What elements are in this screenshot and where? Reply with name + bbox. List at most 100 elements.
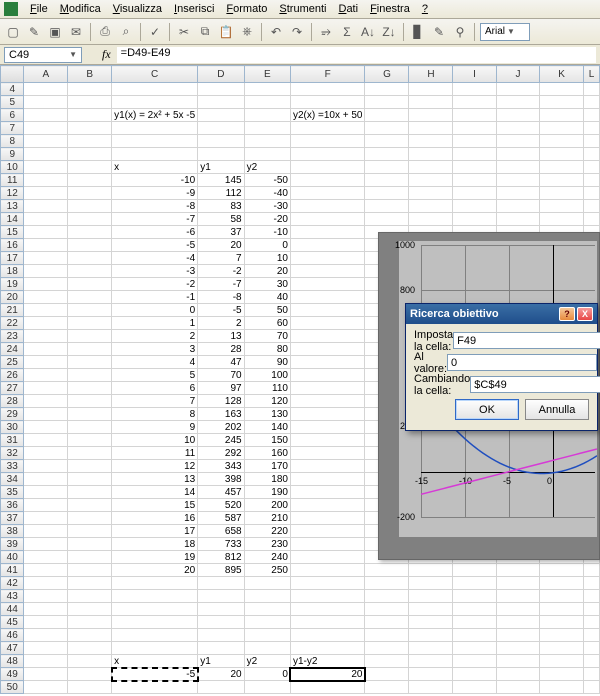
- cell-I9[interactable]: [453, 148, 496, 161]
- cell-G46[interactable]: [365, 629, 409, 642]
- cell-A7[interactable]: [24, 122, 68, 135]
- cell-E6[interactable]: [244, 109, 290, 122]
- cell-A46[interactable]: [24, 629, 68, 642]
- cell-A9[interactable]: [24, 148, 68, 161]
- cell-F11[interactable]: [290, 174, 364, 187]
- undo-icon[interactable]: ↶: [267, 23, 285, 41]
- cell-D39[interactable]: 733: [198, 538, 244, 551]
- row-header-4[interactable]: 4: [1, 83, 24, 96]
- cell-C34[interactable]: 13: [112, 473, 198, 486]
- menu-modifica[interactable]: Modifica: [54, 1, 107, 17]
- cell-J49[interactable]: [496, 668, 540, 681]
- cell-B42[interactable]: [68, 577, 112, 590]
- cell-A20[interactable]: [24, 291, 68, 304]
- cell-E38[interactable]: 220: [244, 525, 290, 538]
- cell-F27[interactable]: [290, 382, 364, 395]
- cell-G8[interactable]: [365, 135, 409, 148]
- formula-input[interactable]: =D49-E49: [117, 47, 596, 63]
- cell-D26[interactable]: 70: [198, 369, 244, 382]
- cell-B9[interactable]: [68, 148, 112, 161]
- cell-J50[interactable]: [496, 681, 540, 694]
- cell-G13[interactable]: [365, 200, 409, 213]
- cell-A42[interactable]: [24, 577, 68, 590]
- cell-A6[interactable]: [24, 109, 68, 122]
- row-header-29[interactable]: 29: [1, 408, 24, 421]
- cell-F13[interactable]: [290, 200, 364, 213]
- cell-A40[interactable]: [24, 551, 68, 564]
- menu-formato[interactable]: Formato: [220, 1, 273, 17]
- cell-G9[interactable]: [365, 148, 409, 161]
- cell-E12[interactable]: -40: [244, 187, 290, 200]
- cell-B27[interactable]: [68, 382, 112, 395]
- cell-F6[interactable]: y2(x) =10x + 50: [290, 109, 364, 122]
- cell-C12[interactable]: -9: [112, 187, 198, 200]
- cell-A29[interactable]: [24, 408, 68, 421]
- cell-J47[interactable]: [496, 642, 540, 655]
- close-button[interactable]: X: [577, 307, 593, 321]
- ok-button[interactable]: OK: [455, 399, 519, 420]
- row-header-25[interactable]: 25: [1, 356, 24, 369]
- cell-D33[interactable]: 343: [198, 460, 244, 473]
- cell-F50[interactable]: [290, 681, 364, 694]
- cell-B33[interactable]: [68, 460, 112, 473]
- cell-B12[interactable]: [68, 187, 112, 200]
- row-header-13[interactable]: 13: [1, 200, 24, 213]
- cell-D44[interactable]: [198, 603, 244, 616]
- cell-B13[interactable]: [68, 200, 112, 213]
- cell-F14[interactable]: [290, 213, 364, 226]
- cell-D5[interactable]: [198, 96, 244, 109]
- cell-D28[interactable]: 128: [198, 395, 244, 408]
- cell-F17[interactable]: [290, 252, 364, 265]
- row-header-5[interactable]: 5: [1, 96, 24, 109]
- cell-B21[interactable]: [68, 304, 112, 317]
- cell-K12[interactable]: [540, 187, 584, 200]
- cell-B24[interactable]: [68, 343, 112, 356]
- cell-E45[interactable]: [244, 616, 290, 629]
- col-header-B[interactable]: B: [68, 66, 112, 83]
- cell-E27[interactable]: 110: [244, 382, 290, 395]
- cell-H47[interactable]: [409, 642, 453, 655]
- cell-G48[interactable]: [365, 655, 409, 668]
- cell-I5[interactable]: [453, 96, 496, 109]
- row-header-41[interactable]: 41: [1, 564, 24, 577]
- cell-E13[interactable]: -30: [244, 200, 290, 213]
- row-header-28[interactable]: 28: [1, 395, 24, 408]
- cell-B4[interactable]: [68, 83, 112, 96]
- cell-G12[interactable]: [365, 187, 409, 200]
- cell-E23[interactable]: 70: [244, 330, 290, 343]
- cell-D4[interactable]: [198, 83, 244, 96]
- cell-B14[interactable]: [68, 213, 112, 226]
- row-header-17[interactable]: 17: [1, 252, 24, 265]
- menu-visualizza[interactable]: Visualizza: [107, 1, 168, 17]
- cell-D35[interactable]: 457: [198, 486, 244, 499]
- menu-dati[interactable]: Dati: [332, 1, 364, 17]
- cell-F34[interactable]: [290, 473, 364, 486]
- cell-K47[interactable]: [540, 642, 584, 655]
- cell-E43[interactable]: [244, 590, 290, 603]
- cell-E50[interactable]: [244, 681, 290, 694]
- row-header-44[interactable]: 44: [1, 603, 24, 616]
- cell-F5[interactable]: [290, 96, 364, 109]
- cell-B26[interactable]: [68, 369, 112, 382]
- cell-E39[interactable]: 230: [244, 538, 290, 551]
- cell-A27[interactable]: [24, 382, 68, 395]
- cell-G43[interactable]: [365, 590, 409, 603]
- cell-K5[interactable]: [540, 96, 584, 109]
- cell-D49[interactable]: 20: [198, 668, 244, 681]
- col-header-G[interactable]: G: [365, 66, 409, 83]
- cell-B37[interactable]: [68, 512, 112, 525]
- cell-F21[interactable]: [290, 304, 364, 317]
- cell-B45[interactable]: [68, 616, 112, 629]
- row-header-27[interactable]: 27: [1, 382, 24, 395]
- cell-F31[interactable]: [290, 434, 364, 447]
- cell-C26[interactable]: 5: [112, 369, 198, 382]
- cell-F39[interactable]: [290, 538, 364, 551]
- cell-E41[interactable]: 250: [244, 564, 290, 577]
- cell-J4[interactable]: [496, 83, 540, 96]
- cell-A15[interactable]: [24, 226, 68, 239]
- sort-asc-icon[interactable]: A↓: [359, 23, 377, 41]
- cell-L10[interactable]: [584, 161, 600, 174]
- cell-F7[interactable]: [290, 122, 364, 135]
- cell-J5[interactable]: [496, 96, 540, 109]
- dialog-input-0[interactable]: [453, 332, 600, 349]
